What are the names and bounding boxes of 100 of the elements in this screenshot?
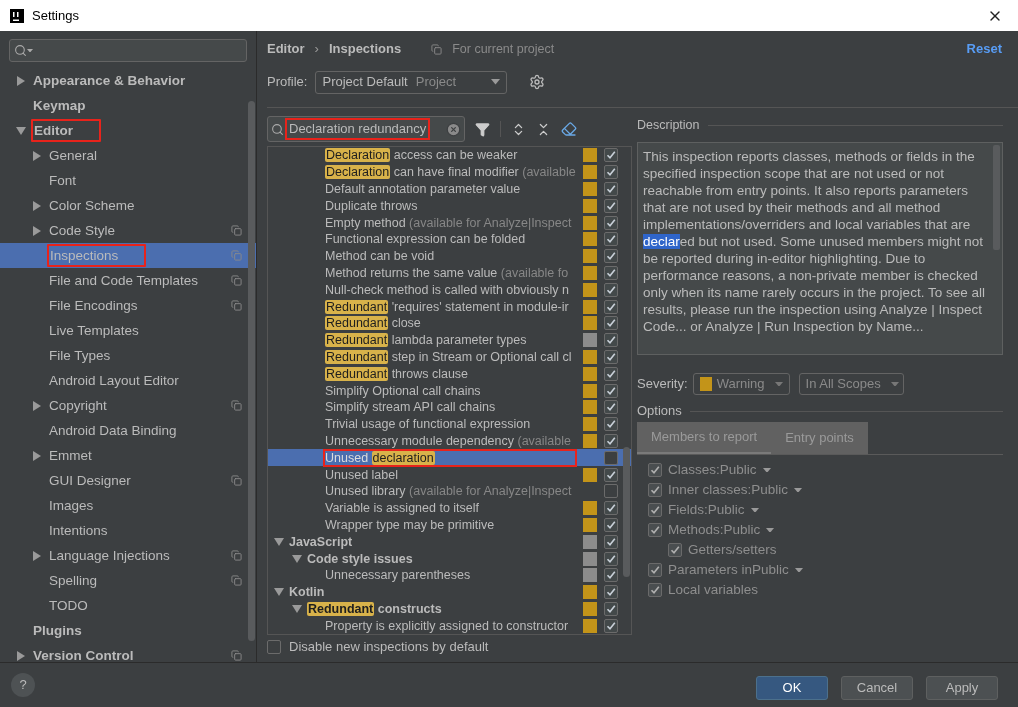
severity-dropdown[interactable]: Warning (692, 373, 790, 395)
inspection-row[interactable]: Default annotation parameter value (268, 180, 631, 198)
sidebar-item[interactable]: Keymap (0, 93, 256, 118)
sidebar-item[interactable]: GUI Designer (0, 468, 256, 493)
checkbox[interactable] (648, 583, 662, 597)
checkbox[interactable] (604, 551, 618, 566)
sidebar-item[interactable]: Live Templates (0, 318, 256, 343)
inspection-row[interactable]: Unused library (available for Analyze|Inspect (268, 482, 631, 500)
checkbox[interactable] (604, 215, 618, 230)
sidebar-item[interactable]: Code Style (0, 218, 256, 243)
sidebar-item[interactable]: Spelling (0, 568, 256, 593)
checkbox[interactable] (604, 198, 618, 213)
checkbox[interactable] (604, 534, 618, 549)
checkbox[interactable] (604, 618, 618, 633)
sidebar-item[interactable]: File Encodings (0, 293, 256, 318)
sidebar-item[interactable]: TODO (0, 593, 256, 618)
expand-arrow-icon[interactable] (33, 400, 41, 411)
sidebar-item[interactable]: Intentions (0, 518, 256, 543)
checkbox[interactable] (604, 568, 618, 583)
dropdown-caret-icon[interactable] (890, 381, 899, 387)
filter-icon[interactable] (475, 121, 490, 137)
sidebar-item[interactable]: Emmet (0, 443, 256, 468)
sidebar-item[interactable]: Copyright (0, 393, 256, 418)
checkbox[interactable] (604, 433, 618, 448)
inspection-row[interactable]: Unnecessary module dependency (available (268, 432, 631, 450)
inspection-row[interactable]: Functional expression can be folded (268, 231, 631, 248)
checkbox[interactable] (604, 585, 618, 600)
checkbox[interactable] (604, 450, 618, 465)
sidebar-item[interactable]: Android Layout Editor (0, 368, 256, 393)
collapse-arrow-icon[interactable] (274, 537, 284, 546)
checkbox[interactable] (604, 232, 618, 247)
dialog-button[interactable]: OK (756, 676, 828, 700)
inspection-row[interactable]: Unnecessary parentheses (268, 566, 631, 584)
checkbox[interactable] (604, 501, 618, 516)
checkbox[interactable] (604, 148, 618, 163)
settings-icon[interactable] (529, 74, 546, 90)
inspection-row[interactable]: Method can be void (268, 247, 631, 265)
dropdown-caret-icon[interactable] (491, 79, 501, 85)
inspection-row[interactable]: Trivial usage of functional expression (268, 415, 631, 433)
inspection-row[interactable]: Variable is assigned to itself (268, 499, 631, 517)
inspection-row[interactable]: Declaration can have final modifier (available (268, 163, 631, 181)
checkbox[interactable] (604, 417, 618, 432)
sidebar-item[interactable]: File Types (0, 343, 256, 368)
dialog-button[interactable]: Cancel (841, 676, 913, 700)
checkbox[interactable] (604, 265, 618, 280)
dialog-button[interactable]: Apply (926, 676, 998, 700)
inspection-row[interactable]: Declaration access can be weaker (268, 147, 631, 164)
profile-dropdown[interactable]: Project Default Project (315, 70, 508, 94)
expand-arrow-icon[interactable] (33, 550, 41, 561)
dropdown-caret-icon[interactable] (794, 567, 803, 573)
collapse-arrow-icon[interactable] (274, 588, 284, 597)
checkbox[interactable] (604, 299, 618, 314)
clear-icon[interactable] (446, 121, 461, 137)
filter-field[interactable]: Declaration redundancy (267, 116, 465, 142)
inspection-row[interactable]: Redundant lambda parameter types (268, 331, 631, 349)
inspection-row[interactable]: Simplify stream API call chains (268, 398, 631, 416)
inspection-row[interactable]: Code style issues (268, 550, 631, 567)
reset-link[interactable]: Reset (966, 39, 1002, 59)
sidebar-item[interactable]: General (0, 143, 256, 168)
sidebar-item[interactable]: Appearance & Behavior (0, 68, 256, 93)
collapse-arrow-icon[interactable] (292, 604, 302, 613)
scrollbar[interactable] (248, 101, 255, 641)
dropdown-caret-icon[interactable] (794, 487, 803, 493)
expand-arrow-icon[interactable] (17, 650, 25, 661)
sidebar-item[interactable]: Language Injections (0, 543, 256, 568)
scrollbar[interactable] (623, 447, 630, 577)
inspection-row[interactable]: Kotlin (268, 583, 631, 601)
breadcrumb-item[interactable]: Editor (267, 39, 305, 59)
checkbox[interactable] (267, 640, 281, 654)
dropdown-caret-icon[interactable] (750, 507, 759, 513)
checkbox[interactable] (604, 333, 618, 348)
inspection-row[interactable]: Redundant 'requires' statement in module-ir (268, 298, 631, 315)
inspection-row[interactable]: Unused declaration (268, 449, 631, 467)
checkbox[interactable] (668, 543, 682, 557)
dropdown-caret-icon[interactable] (27, 48, 33, 53)
dropdown-caret-icon[interactable] (762, 467, 771, 473)
breadcrumb-item[interactable]: Inspections (328, 39, 402, 59)
sidebar-item[interactable]: Color Scheme (0, 193, 256, 218)
inspection-row[interactable]: Redundant step in Stream or Optional call cl (268, 348, 631, 366)
eraser-icon[interactable] (561, 121, 577, 137)
checkbox[interactable] (604, 316, 618, 331)
expand-arrow-icon[interactable] (33, 200, 41, 211)
scope-dropdown[interactable]: In All Scopes (798, 373, 904, 395)
collapse-arrow-icon[interactable] (16, 126, 26, 135)
expand-arrow-icon[interactable] (33, 450, 41, 461)
inspection-row[interactable]: Wrapper type may be primitive (268, 516, 631, 534)
sidebar-item[interactable]: Android Data Binding (0, 418, 256, 443)
inspection-row[interactable]: Unused label (268, 466, 631, 483)
sidebar-item[interactable]: Editor (0, 118, 256, 143)
inspection-row[interactable]: Redundant throws clause (268, 365, 631, 383)
checkbox[interactable] (648, 483, 662, 497)
checkbox[interactable] (604, 601, 618, 616)
checkbox[interactable] (604, 366, 618, 381)
inspection-row[interactable]: Duplicate throws (268, 197, 631, 215)
search-field[interactable] (9, 39, 247, 62)
inspection-row[interactable]: Simplify Optional call chains (268, 382, 631, 399)
checkbox[interactable] (604, 249, 618, 264)
checkbox[interactable] (648, 563, 662, 577)
sidebar-item[interactable]: Plugins (0, 618, 256, 643)
checkbox[interactable] (604, 182, 618, 196)
